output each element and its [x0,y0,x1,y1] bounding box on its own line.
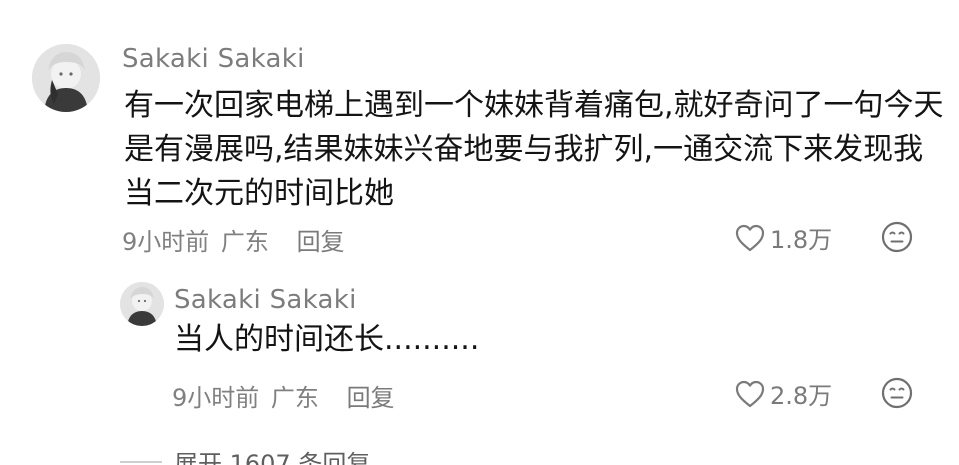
like-count: 2.8万 [770,382,833,410]
expand-replies-button[interactable]: 展开 1607 条回复 [120,444,370,465]
like-button[interactable]: 1.8万 [734,220,832,255]
heart-outline-icon [735,380,765,407]
comment-location: 广东 [220,228,269,256]
comment-text-line: 当二次元的时间比她 [124,176,394,211]
anime-avatar-icon [32,44,100,112]
like-button[interactable]: 2.8万 [734,376,832,411]
face-emoji-icon [881,377,913,409]
comment-text-line: 是有漫展吗,结果妹妹兴奋地要与我扩列,一通交流下来发现我 [124,132,924,167]
reply-username[interactable]: Sakaki Sakaki [174,285,357,315]
comment-time: 9小时前 [122,228,210,256]
face-emoji-icon [881,221,913,253]
reply-time: 9小时前 [172,384,260,412]
reply-location: 广东 [270,384,319,412]
avatar[interactable] [120,282,164,326]
reply-button[interactable]: 回复 [297,228,345,256]
comment-meta: 9小时前 广东 回复 [122,222,345,257]
expand-replies-label: 展开 1607 条回复 [174,450,371,465]
comment-thread: Sakaki Sakaki 有一次回家电梯上遇到一个妹妹背着痛包,就好奇问了一句… [0,0,959,465]
reply-meta: 9小时前 广东 回复 [172,378,395,413]
avatar[interactable] [32,44,100,112]
anime-avatar-icon [120,282,164,326]
reply-button[interactable]: 回复 [347,384,395,412]
like-count: 1.8万 [770,226,833,254]
expand-divider [120,460,162,463]
heart-outline-icon [735,224,765,251]
reply-text: 当人的时间还长.......... [174,322,480,357]
emoji-reaction-button[interactable] [880,220,914,254]
comment-text: 有一次回家电梯上遇到一个妹妹背着痛包,就好奇问了一句今天 是有漫展吗,结果妹妹兴… [124,84,944,216]
emoji-reaction-button[interactable] [880,376,914,410]
comment-text-line: 有一次回家电梯上遇到一个妹妹背着痛包,就好奇问了一句今天 [124,88,944,123]
comment-username[interactable]: Sakaki Sakaki [122,44,305,74]
